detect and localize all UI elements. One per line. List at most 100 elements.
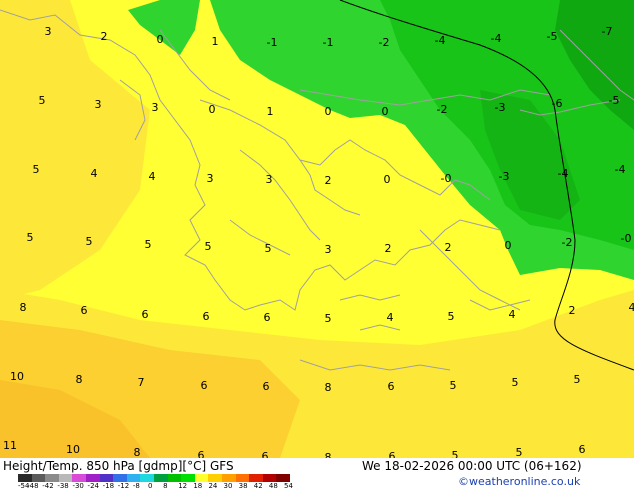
temperature-label: 5 [325, 312, 332, 325]
colorbar-tick: 0 [148, 482, 153, 490]
colorbar-tick: -18 [102, 482, 115, 490]
temperature-label: -0 [621, 232, 632, 245]
colorbar-tick: 38 [238, 482, 248, 490]
colorbar-tick: 24 [208, 482, 218, 490]
colorbar-tick: 18 [193, 482, 203, 490]
map-canvas: 3 2 0 1 -1 -1 -2 -4 -4 -5 -75 3 3 0 1 0 0 -2 -3 -6 -55 4 4 3 3 2 0… [0, 0, 634, 458]
temperature-label: 11 [3, 439, 17, 452]
temperature-label: 1 [267, 105, 274, 118]
credit-link[interactable]: ©weatheronline.co.uk [458, 475, 580, 488]
temperature-label: 8 [325, 381, 332, 394]
temperature-label: -3 [499, 170, 510, 183]
temperature-label: 3 [45, 25, 52, 38]
temperature-label: 7 [138, 376, 145, 389]
temperature-label: 2 [569, 304, 576, 317]
temperature-label: 0 [157, 33, 164, 46]
colorbar-swatch [31, 474, 46, 482]
temperature-label: -2 [562, 236, 573, 249]
colorbar-swatch [45, 474, 60, 482]
temperature-label: 0 [325, 105, 332, 118]
colorbar-tick: -38 [57, 482, 69, 490]
temperature-label: 5 [145, 238, 152, 251]
temperature-label: 6 [198, 449, 205, 458]
colorbar-tick: 42 [253, 482, 263, 490]
colorbar-tick: -24 [87, 482, 99, 490]
colorbar-swatch [86, 474, 100, 482]
temperature-label: 6 [264, 311, 271, 324]
temperature-label: 5 [39, 94, 46, 107]
colorbar-swatch [208, 474, 223, 482]
temperature-label: -4 [615, 163, 626, 176]
colorbar-tick: -12 [117, 482, 130, 490]
temperature-label: 8 [20, 301, 27, 314]
colorbar-swatch [18, 474, 32, 482]
temperature-label: 3 [95, 98, 102, 111]
colorbar-tick: -30 [72, 482, 84, 490]
temperature-label: 10 [10, 370, 24, 383]
temperature-label: 5 [450, 379, 457, 392]
temperature-label: 4 [149, 170, 156, 183]
temperature-label: 5 [512, 376, 519, 389]
temperature-label: 4 [91, 167, 98, 180]
colorbar-swatch [262, 474, 277, 482]
temperature-label: 8 [76, 373, 83, 386]
colorbar-swatch [276, 474, 291, 482]
temperature-label: 2 [385, 242, 392, 255]
temperature-label: 3 [207, 172, 214, 185]
temperature-label: 8 [134, 446, 141, 458]
colorbar-tick: 48 [268, 482, 278, 490]
temperature-label: 8 [325, 451, 332, 458]
temperature-label: 3 [152, 101, 159, 114]
colorbar-swatch [72, 474, 87, 482]
colorbar-swatch [235, 474, 250, 482]
temperature-label: 3 [266, 173, 273, 186]
temperature-label: 5 [27, 231, 34, 244]
temperature-label: 5 [265, 242, 272, 255]
temperature-label: -4 [558, 167, 569, 180]
colorbar-tick: 54 [284, 482, 293, 490]
temperature-label: -1 [323, 36, 334, 49]
temperature-label: 5 [86, 235, 93, 248]
colorbar-swatch [249, 474, 264, 482]
colorbar-tick: -8 [132, 482, 140, 490]
temperature-label: 6 [389, 450, 396, 458]
colorbar-swatch [99, 474, 114, 482]
colorbar-swatch [58, 474, 73, 482]
temperature-label: 2 [101, 30, 108, 43]
map-title: Height/Temp. 850 hPa [gdmp][°C] GFS [3, 459, 234, 473]
temperature-label: 6 [579, 443, 586, 456]
temperature-label: -2 [379, 36, 390, 49]
temperature-label: 0 [382, 105, 389, 118]
temperature-label: -6 [552, 97, 563, 110]
temperature-label: 4 [509, 308, 516, 321]
colorbar-swatch [113, 474, 128, 482]
temperature-label: 5 [574, 373, 581, 386]
temperature-label: 5 [448, 310, 455, 323]
temperature-label: 10 [66, 443, 80, 456]
temperature-label: 0 [384, 173, 391, 186]
colorbar-tick: 8 [163, 482, 168, 490]
temperature-label: 6 [262, 450, 269, 458]
temperature-label: -5 [609, 94, 620, 107]
temperature-label: -4 [435, 34, 446, 47]
temperature-label: 5 [516, 446, 523, 458]
colorbar-tick: -48 [27, 482, 39, 490]
colorbar-swatch [140, 474, 155, 482]
temperature-label: 6 [388, 380, 395, 393]
colorbar [18, 474, 291, 482]
colorbar-swatch [126, 474, 141, 482]
colorbar-swatch [222, 474, 236, 482]
temperature-map: 3 2 0 1 -1 -1 -2 -4 -4 -5 -7 5 3 3 0 1 0 0 -2 -3 -6 -5 5 4 4 3 3 2 0… [0, 0, 634, 458]
temperature-label: 4 [387, 311, 394, 324]
temperature-label: 5 [452, 449, 459, 458]
colorbar-tick: 12 [178, 482, 188, 490]
temperature-label: 6 [201, 379, 208, 392]
valid-datetime: We 18-02-2026 00:00 UTC (06+162) [362, 459, 582, 473]
temperature-label: -2 [437, 103, 448, 116]
temperature-label: 6 [81, 304, 88, 317]
temperature-label: 2 [325, 174, 332, 187]
temperature-label: -7 [602, 25, 613, 38]
colorbar-swatch [194, 474, 209, 482]
temperature-label: 4 [629, 301, 634, 314]
temperature-label: 6 [263, 380, 270, 393]
